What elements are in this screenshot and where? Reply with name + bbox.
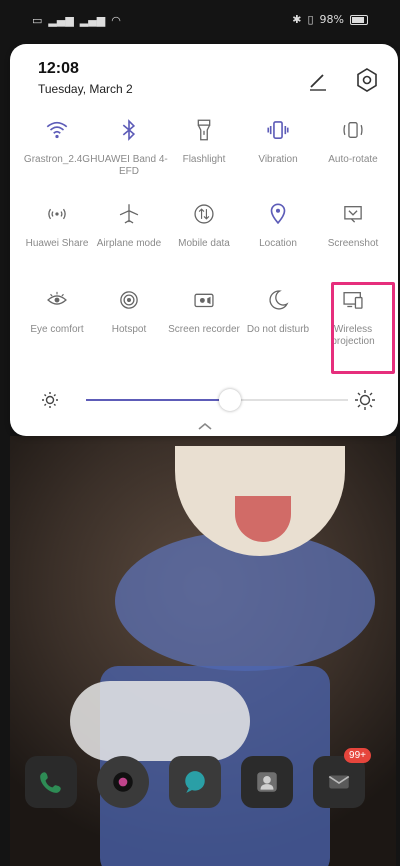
tile-eye-comfort[interactable]: Eye comfort: [18, 284, 96, 370]
tile-label: Airplane mode: [96, 238, 162, 249]
tile-flashlight[interactable]: Flashlight: [165, 114, 243, 200]
screen-recorder-icon: [188, 284, 220, 316]
tile-auto-rotate[interactable]: Auto-rotate: [314, 114, 392, 200]
tile-label: Location: [259, 238, 297, 249]
clock-time: 12:08: [38, 60, 79, 77]
person-icon: [257, 772, 277, 792]
rotate-icon: [337, 114, 369, 146]
tile-bluetooth[interactable]: HUAWEI Band 4-EFD: [90, 114, 168, 200]
tile-label: Eye comfort: [30, 324, 84, 335]
unread-badge: 99+: [344, 748, 371, 763]
status-bar: ▭ ▂▄▆ ▂▄▆ ◠ ✱ ▯ 98%: [0, 0, 400, 40]
hotspot-icon: [113, 284, 145, 316]
collapse-chevron-icon[interactable]: [197, 418, 213, 430]
sun-low-icon: [40, 390, 60, 410]
tile-label: HUAWEI Band 4-EFD: [90, 154, 168, 177]
gear-icon: [357, 68, 377, 92]
tile-label: Screenshot: [327, 238, 379, 249]
selection-highlight: [331, 282, 395, 374]
wifi-icon: ◠: [111, 14, 121, 27]
airplane-icon: [113, 198, 145, 230]
email-app[interactable]: 99+: [313, 748, 371, 808]
brightness-row: [10, 382, 398, 418]
tile-location[interactable]: Location: [239, 198, 317, 284]
battery-text: 98%: [319, 13, 344, 26]
tile-do-not-disturb[interactable]: Do not disturb: [239, 284, 317, 370]
tile-wifi[interactable]: Grastron_2.4G: [18, 114, 96, 200]
camera-icon: [113, 772, 133, 792]
chat-bubble-icon: [185, 771, 205, 793]
tile-label: Do not disturb: [246, 324, 310, 335]
quick-settings-panel: 12:08 Tuesday, March 2 Grastron_2.4G HUA…: [10, 44, 398, 436]
tile-label: Huawei Share: [25, 238, 89, 249]
tile-screenshot[interactable]: Screenshot: [314, 198, 392, 284]
messages-app[interactable]: [169, 756, 221, 808]
settings-button[interactable]: [353, 66, 381, 94]
contacts-app[interactable]: [241, 756, 293, 808]
signal-icon: ▂▄▆: [79, 14, 106, 27]
tile-label: Mobile data: [178, 238, 230, 249]
phone-icon: [40, 772, 61, 793]
sun-high-icon: [353, 388, 377, 412]
tile-screen-recorder[interactable]: Screen recorder: [165, 284, 243, 370]
flashlight-icon: [188, 114, 220, 146]
moon-icon: [262, 284, 294, 316]
wallpaper-shape: [70, 681, 250, 761]
share-icon: [41, 198, 73, 230]
location-icon: [262, 198, 294, 230]
clock-date: Tuesday, March 2: [38, 82, 133, 96]
sim-icon: ▭: [32, 14, 43, 27]
wifi-icon: [41, 114, 73, 146]
tile-vibration[interactable]: Vibration: [239, 114, 317, 200]
edit-tiles-button[interactable]: [305, 68, 331, 94]
phone-app[interactable]: [25, 756, 77, 808]
mail-icon: [328, 775, 350, 789]
status-left: ▭ ▂▄▆ ▂▄▆ ◠: [32, 14, 121, 27]
brightness-fill: [86, 399, 231, 401]
tile-label: Screen recorder: [168, 324, 240, 335]
camera-app[interactable]: [97, 756, 149, 808]
status-right: ✱ ▯ 98%: [292, 13, 368, 26]
screenshot-icon: [337, 198, 369, 230]
tile-label: Flashlight: [182, 154, 226, 165]
tile-mobile-data[interactable]: Mobile data: [165, 198, 243, 284]
bluetooth-icon: [113, 114, 145, 146]
tile-hotspot[interactable]: Hotspot: [90, 284, 168, 370]
vibrate-icon: ▯: [307, 13, 314, 26]
battery-icon: [350, 14, 368, 25]
tile-label: Vibration: [258, 154, 298, 165]
tile-label: Grastron_2.4G: [23, 154, 91, 165]
brightness-slider[interactable]: [86, 389, 348, 411]
tile-label: Hotspot: [111, 324, 147, 335]
brightness-thumb[interactable]: [219, 389, 242, 411]
tile-label: Auto-rotate: [328, 154, 378, 165]
home-dock: 99+: [25, 748, 371, 808]
home-wallpaper: 99+: [10, 436, 396, 866]
eye-icon: [41, 284, 73, 316]
mobile-data-icon: [188, 198, 220, 230]
tile-huawei-share[interactable]: Huawei Share: [18, 198, 96, 284]
pencil-icon: [310, 74, 326, 91]
vibrate-icon: [262, 114, 294, 146]
signal-icon: ▂▄▆: [48, 14, 74, 27]
bluetooth-icon: ✱: [292, 13, 302, 26]
tile-airplane-mode[interactable]: Airplane mode: [90, 198, 168, 284]
